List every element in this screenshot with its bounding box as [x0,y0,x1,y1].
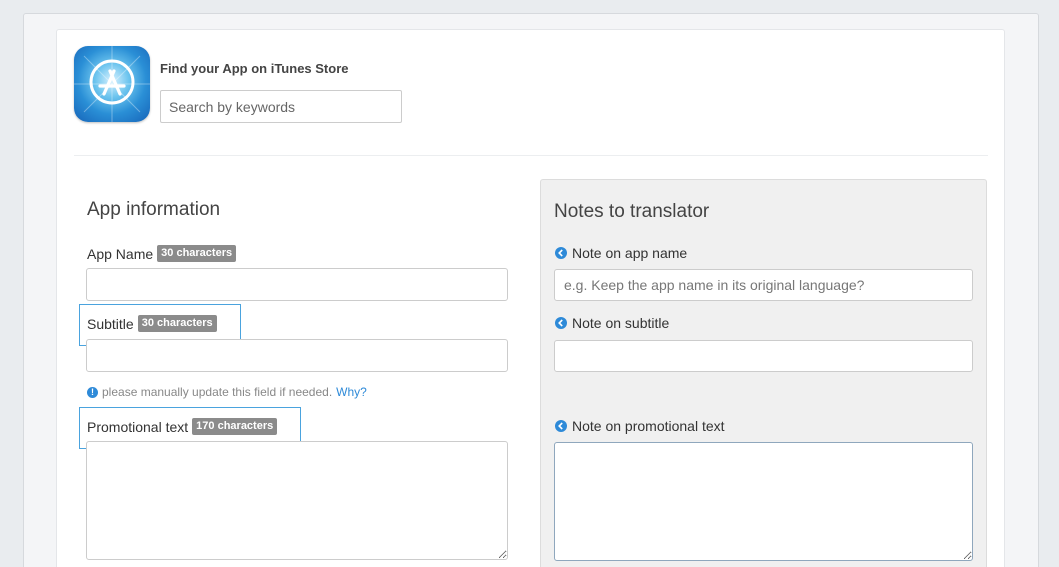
why-link[interactable]: Why? [336,385,367,399]
app-name-char-badge: 30 characters [157,245,237,262]
note-subtitle-label: Note on subtitle [555,315,669,331]
promotional-text-label: Promotional text 170 characters [87,418,278,435]
promotional-text-char-badge: 170 characters [192,418,278,435]
promotional-text-label-text: Promotional text [87,418,189,435]
section-divider [74,155,988,156]
subtitle-char-badge: 30 characters [137,315,217,332]
note-promotional-text-label: Note on promotional text [555,418,725,434]
app-information-title: App information [87,199,221,220]
app-store-icon [74,46,150,122]
find-app-label: Find your App on iTunes Store [160,61,349,76]
subtitle-hint-text: please manually update this field if nee… [102,385,333,399]
subtitle-label: Subtitle 30 characters [87,315,217,332]
promotional-text-textarea[interactable] [86,441,508,560]
arrow-left-icon [555,420,567,432]
info-icon: ! [87,386,98,398]
app-name-input[interactable] [86,268,508,301]
note-app-name-input[interactable] [554,269,973,301]
app-name-label: App Name 30 characters [87,245,237,262]
arrow-left-icon [555,317,567,329]
app-name-label-text: App Name [87,245,154,262]
note-app-name-label-text: Note on app name [572,245,688,261]
note-subtitle-label-text: Note on subtitle [572,315,670,331]
notes-title: Notes to translator [554,201,710,222]
note-app-name-label: Note on app name [555,245,687,261]
subtitle-label-text: Subtitle [87,315,134,332]
subtitle-hint: ! please manually update this field if n… [87,385,367,399]
search-input[interactable] [160,90,402,123]
note-promotional-text-label-text: Note on promotional text [572,418,725,434]
subtitle-input[interactable] [86,339,508,372]
note-promotional-text-textarea[interactable] [554,442,973,561]
arrow-left-icon [555,247,567,259]
note-subtitle-input[interactable] [554,340,973,372]
